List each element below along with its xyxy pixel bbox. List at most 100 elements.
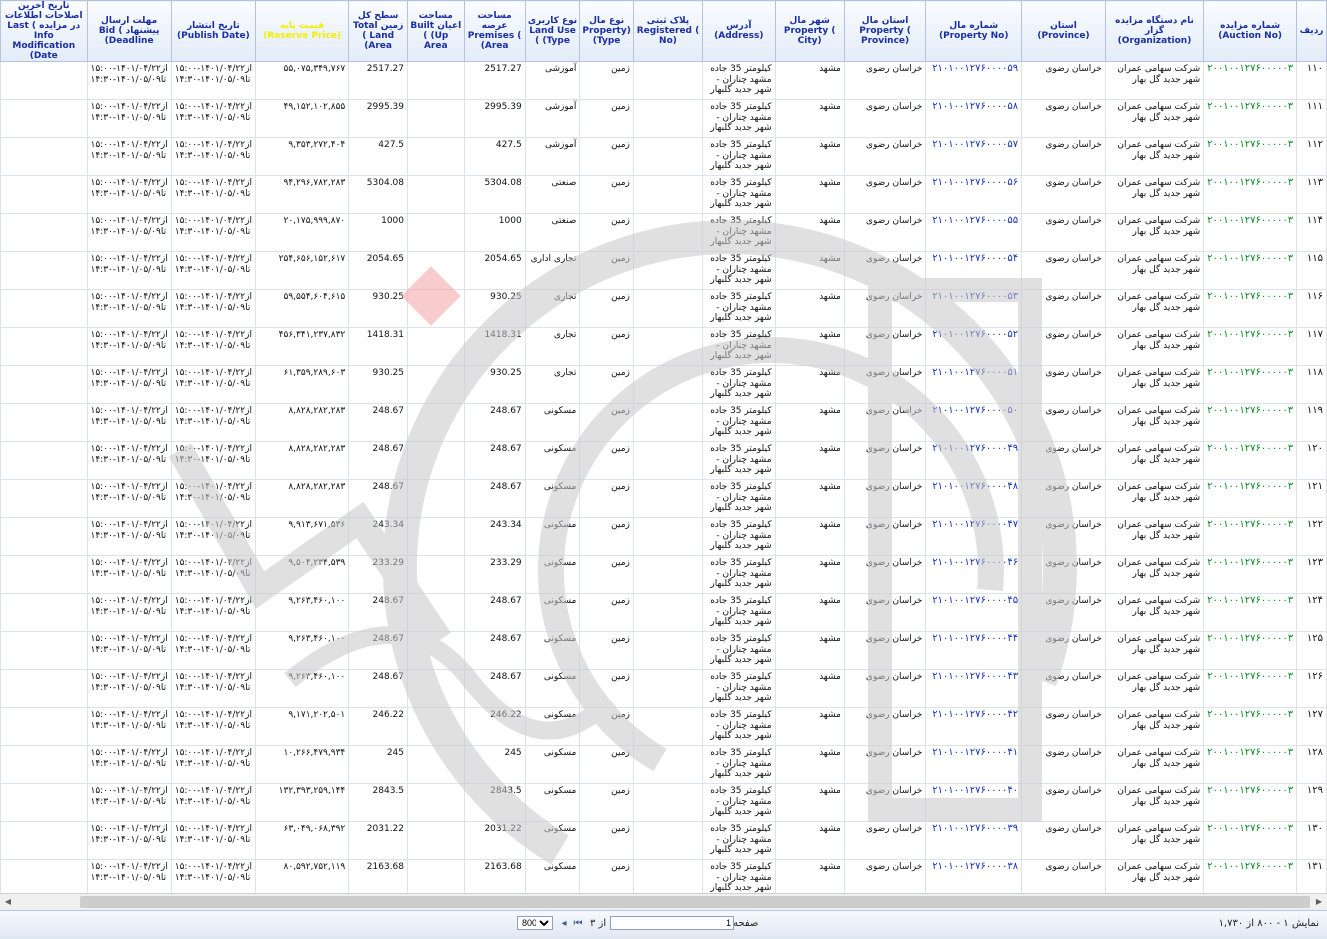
col-deadline[interactable]: مهلت ارسال پیشنهاد Bid ( (Deadline: [86, 0, 172, 62]
property-no-cell[interactable]: ۲۱۰۱۰۰۱۲۷۶۰۰۰۰۵۷: [925, 137, 1023, 176]
col-auction-no[interactable]: شماره مزایده (Auction No): [1203, 0, 1298, 62]
table-row[interactable]: ۱۱۴ ۲۰۰۱۰۰۱۲۷۶۰۰۰۰۰۳ شرکت سهامی عمران شهر …: [0, 213, 1327, 252]
col-province[interactable]: استان (Province): [1021, 0, 1106, 62]
auction-no-cell[interactable]: ۲۰۰۱۰۰۱۲۷۶۰۰۰۰۰۳: [1203, 631, 1298, 670]
auction-no-cell[interactable]: ۲۰۰۱۰۰۱۲۷۶۰۰۰۰۰۳: [1203, 403, 1298, 442]
last-modification-cell: [0, 517, 88, 556]
auction-no-cell[interactable]: ۲۰۰۱۰۰۱۲۷۶۰۰۰۰۰۳: [1203, 175, 1298, 214]
property-no-cell[interactable]: ۲۱۰۱۰۰۱۲۷۶۰۰۰۰۵۶: [925, 175, 1023, 214]
table-row[interactable]: ۱۲۹ ۲۰۰۱۰۰۱۲۷۶۰۰۰۰۰۳ شرکت سهامی عمران شهر …: [0, 783, 1327, 822]
table-row[interactable]: ۱۱۷ ۲۰۰۱۰۰۱۲۷۶۰۰۰۰۰۳ شرکت سهامی عمران شهر …: [0, 327, 1327, 366]
table-row[interactable]: ۱۲۸ ۲۰۰۱۰۰۱۲۷۶۰۰۰۰۰۳ شرکت سهامی عمران شهر …: [0, 745, 1327, 784]
table-row[interactable]: ۱۲۵ ۲۰۰۱۰۰۱۲۷۶۰۰۰۰۰۳ شرکت سهامی عمران شهر …: [0, 631, 1327, 670]
property-no-cell[interactable]: ۲۱۰۱۰۰۱۲۷۶۰۰۰۰۵۵: [925, 213, 1023, 252]
auction-no-cell[interactable]: ۲۰۰۱۰۰۱۲۷۶۰۰۰۰۰۳: [1203, 555, 1298, 594]
table-row[interactable]: ۱۲۷ ۲۰۰۱۰۰۱۲۷۶۰۰۰۰۰۳ شرکت سهامی عمران شهر …: [0, 707, 1327, 746]
property-province-cell: خراسان رضوی: [843, 289, 927, 328]
property-no-cell[interactable]: ۲۱۰۱۰۰۱۲۷۶۰۰۰۰۴۶: [925, 555, 1023, 594]
scroll-left-icon[interactable]: ◀: [2, 896, 14, 908]
auction-no-cell[interactable]: ۲۰۰۱۰۰۱۲۷۶۰۰۰۰۰۳: [1203, 859, 1298, 893]
table-row[interactable]: ۱۲۳ ۲۰۰۱۰۰۱۲۷۶۰۰۰۰۰۳ شرکت سهامی عمران شهر …: [0, 555, 1327, 594]
table-row[interactable]: ۱۱۵ ۲۰۰۱۰۰۱۲۷۶۰۰۰۰۰۳ شرکت سهامی عمران شهر …: [0, 251, 1327, 290]
property-no-cell[interactable]: ۲۱۰۱۰۰۱۲۷۶۰۰۰۰۴۷: [925, 517, 1023, 556]
col-city[interactable]: شهر مال Property ( City): [774, 0, 845, 62]
col-property-type[interactable]: نوع مال Property) (Type: [579, 0, 634, 62]
col-premises-area[interactable]: مساحت عرصه Premises ( (Area: [463, 0, 526, 62]
property-no-cell[interactable]: ۲۱۰۱۰۰۱۲۷۶۰۰۰۰۴۳: [925, 669, 1023, 708]
table-row[interactable]: ۱۲۴ ۲۰۰۱۰۰۱۲۷۶۰۰۰۰۰۳ شرکت سهامی عمران شهر …: [0, 593, 1327, 632]
col-rownum[interactable]: ردیف: [1296, 0, 1327, 62]
page-size-select[interactable]: 800: [517, 916, 553, 930]
scrollbar-thumb[interactable]: [80, 896, 1310, 908]
province-cell: خراسان رضوی: [1021, 859, 1106, 893]
city-cell: مشهد: [774, 441, 845, 480]
auction-no-cell[interactable]: ۲۰۰۱۰۰۱۲۷۶۰۰۰۰۰۳: [1203, 783, 1298, 822]
auction-no-cell[interactable]: ۲۰۰۱۰۰۱۲۷۶۰۰۰۰۰۳: [1203, 517, 1298, 556]
property-no-cell[interactable]: ۲۱۰۱۰۰۱۲۷۶۰۰۰۰۵۴: [925, 251, 1023, 290]
table-row[interactable]: ۱۱۰ ۲۰۰۱۰۰۱۲۷۶۰۰۰۰۰۳ شرکت سهامی عمران شهر …: [0, 61, 1327, 100]
col-organization[interactable]: نام دستگاه مزایده گزار (Organization): [1104, 0, 1205, 62]
property-no-cell[interactable]: ۲۱۰۱۰۰۱۲۷۶۰۰۰۰۵۲: [925, 327, 1023, 366]
scroll-right-icon[interactable]: ▶: [1313, 896, 1325, 908]
auction-no-cell[interactable]: ۲۰۰۱۰۰۱۲۷۶۰۰۰۰۰۳: [1203, 669, 1298, 708]
table-row[interactable]: ۱۱۶ ۲۰۰۱۰۰۱۲۷۶۰۰۰۰۰۳ شرکت سهامی عمران شهر …: [0, 289, 1327, 328]
col-registered-no[interactable]: پلاک ثبتی Registered ( No): [632, 0, 704, 62]
property-no-cell[interactable]: ۲۱۰۱۰۰۱۲۷۶۰۰۰۰۴۸: [925, 479, 1023, 518]
table-row[interactable]: ۱۲۱ ۲۰۰۱۰۰۱۲۷۶۰۰۰۰۰۳ شرکت سهامی عمران شهر …: [0, 479, 1327, 518]
col-reserve-price[interactable]: قیمت پایه (Reserve Price): [254, 0, 350, 62]
col-built-area[interactable]: مساحت اعیان Built ( (Up Area: [407, 0, 465, 62]
auction-no-cell[interactable]: ۲۰۰۱۰۰۱۲۷۶۰۰۰۰۰۳: [1203, 137, 1298, 176]
property-no-cell[interactable]: ۲۱۰۱۰۰۱۲۷۶۰۰۰۰۳۹: [925, 821, 1023, 860]
col-publish-date[interactable]: تاریخ انتشار (Publish Date): [170, 0, 256, 62]
property-no-cell[interactable]: ۲۱۰۱۰۰۱۲۷۶۰۰۰۰۴۵: [925, 593, 1023, 632]
table-row[interactable]: ۱۱۸ ۲۰۰۱۰۰۱۲۷۶۰۰۰۰۰۳ شرکت سهامی عمران شهر …: [0, 365, 1327, 404]
auction-no-cell[interactable]: ۲۰۰۱۰۰۱۲۷۶۰۰۰۰۰۳: [1203, 365, 1298, 404]
table-row[interactable]: ۱۲۶ ۲۰۰۱۰۰۱۲۷۶۰۰۰۰۰۳ شرکت سهامی عمران شهر …: [0, 669, 1327, 708]
horizontal-scrollbar[interactable]: ◀ ▶: [0, 893, 1327, 911]
property-type-cell: زمین: [579, 403, 634, 442]
table-row[interactable]: ۱۱۱ ۲۰۰۱۰۰۱۲۷۶۰۰۰۰۰۳ شرکت سهامی عمران شهر …: [0, 99, 1327, 138]
auction-no-cell[interactable]: ۲۰۰۱۰۰۱۲۷۶۰۰۰۰۰۳: [1203, 593, 1298, 632]
next-page-icon[interactable]: ◂: [558, 916, 570, 932]
col-last-modification[interactable]: تاریخ آخرین اصلاحات اطلاعات در مزایده La…: [0, 0, 88, 62]
auction-no-cell[interactable]: ۲۰۰۱۰۰۱۲۷۶۰۰۰۰۰۳: [1203, 289, 1298, 328]
col-total-land-area[interactable]: سطح کل زمین Total ( Land (Area: [348, 0, 409, 62]
auction-no-cell[interactable]: ۲۰۰۱۰۰۱۲۷۶۰۰۰۰۰۳: [1203, 99, 1298, 138]
property-no-cell[interactable]: ۲۱۰۱۰۰۱۲۷۶۰۰۰۰۵۸: [925, 99, 1023, 138]
property-no-cell[interactable]: ۲۱۰۱۰۰۱۲۷۶۰۰۰۰۵۹: [925, 61, 1023, 100]
table-row[interactable]: ۱۳۰ ۲۰۰۱۰۰۱۲۷۶۰۰۰۰۰۳ شرکت سهامی عمران شهر …: [0, 821, 1327, 860]
col-property-no[interactable]: شماره مال (Property No): [925, 0, 1023, 62]
table-row[interactable]: ۱۱۲ ۲۰۰۱۰۰۱۲۷۶۰۰۰۰۰۳ شرکت سهامی عمران شهر …: [0, 137, 1327, 176]
property-no-cell[interactable]: ۲۱۰۱۰۰۱۲۷۶۰۰۰۰۵۱: [925, 365, 1023, 404]
table-row[interactable]: ۱۳۱ ۲۰۰۱۰۰۱۲۷۶۰۰۰۰۰۳ شرکت سهامی عمران شهر …: [0, 859, 1327, 893]
property-no-cell[interactable]: ۲۱۰۱۰۰۱۲۷۶۰۰۰۰۴۹: [925, 441, 1023, 480]
property-no-cell[interactable]: ۲۱۰۱۰۰۱۲۷۶۰۰۰۰۴۱: [925, 745, 1023, 784]
auction-no-cell[interactable]: ۲۰۰۱۰۰۱۲۷۶۰۰۰۰۰۳: [1203, 213, 1298, 252]
auction-no-cell[interactable]: ۲۰۰۱۰۰۱۲۷۶۰۰۰۰۰۳: [1203, 251, 1298, 290]
property-no-cell[interactable]: ۲۱۰۱۰۰۱۲۷۶۰۰۰۰۳۸: [925, 859, 1023, 893]
col-land-use[interactable]: نوع کاربری Land Use ( (Type: [524, 0, 581, 62]
last-page-icon[interactable]: ⏮: [572, 916, 584, 932]
auction-no-cell[interactable]: ۲۰۰۱۰۰۱۲۷۶۰۰۰۰۰۳: [1203, 821, 1298, 860]
page-number-input[interactable]: [610, 916, 734, 930]
auction-no-cell[interactable]: ۲۰۰۱۰۰۱۲۷۶۰۰۰۰۰۳: [1203, 327, 1298, 366]
col-property-province[interactable]: استان مال Property ( Province): [843, 0, 927, 62]
property-no-cell[interactable]: ۲۱۰۱۰۰۱۲۷۶۰۰۰۰۵۰: [925, 403, 1023, 442]
table-row[interactable]: ۱۱۹ ۲۰۰۱۰۰۱۲۷۶۰۰۰۰۰۳ شرکت سهامی عمران شهر …: [0, 403, 1327, 442]
auction-no-cell[interactable]: ۲۰۰۱۰۰۱۲۷۶۰۰۰۰۰۳: [1203, 707, 1298, 746]
table-row[interactable]: ۱۲۲ ۲۰۰۱۰۰۱۲۷۶۰۰۰۰۰۳ شرکت سهامی عمران شهر …: [0, 517, 1327, 556]
auction-no-cell[interactable]: ۲۰۰۱۰۰۱۲۷۶۰۰۰۰۰۳: [1203, 441, 1298, 480]
property-no-cell[interactable]: ۲۱۰۱۰۰۱۲۷۶۰۰۰۰۴۰: [925, 783, 1023, 822]
table-row[interactable]: ۱۲۰ ۲۰۰۱۰۰۱۲۷۶۰۰۰۰۰۳ شرکت سهامی عمران شهر …: [0, 441, 1327, 480]
auction-no-cell[interactable]: ۲۰۰۱۰۰۱۲۷۶۰۰۰۰۰۳: [1203, 745, 1298, 784]
table-row[interactable]: ۱۱۳ ۲۰۰۱۰۰۱۲۷۶۰۰۰۰۰۳ شرکت سهامی عمران شهر …: [0, 175, 1327, 214]
property-no-cell[interactable]: ۲۱۰۱۰۰۱۲۷۶۰۰۰۰۴۲: [925, 707, 1023, 746]
auction-no-cell[interactable]: ۲۰۰۱۰۰۱۲۷۶۰۰۰۰۰۳: [1203, 61, 1298, 100]
reserve-price-cell: ۹,۹۱۳,۶۷۱,۵۳۶: [254, 517, 350, 556]
property-no-cell[interactable]: ۲۱۰۱۰۰۱۲۷۶۰۰۰۰۵۳: [925, 289, 1023, 328]
address-cell: کیلومتر 35 جاده مشهد چناران - شهر جدید گ…: [702, 137, 776, 176]
property-no-cell[interactable]: ۲۱۰۱۰۰۱۲۷۶۰۰۰۰۴۴: [925, 631, 1023, 670]
built-area-cell: [407, 99, 465, 138]
col-address[interactable]: آدرس (Address): [702, 0, 776, 62]
auction-no-cell[interactable]: ۲۰۰۱۰۰۱۲۷۶۰۰۰۰۰۳: [1203, 479, 1298, 518]
